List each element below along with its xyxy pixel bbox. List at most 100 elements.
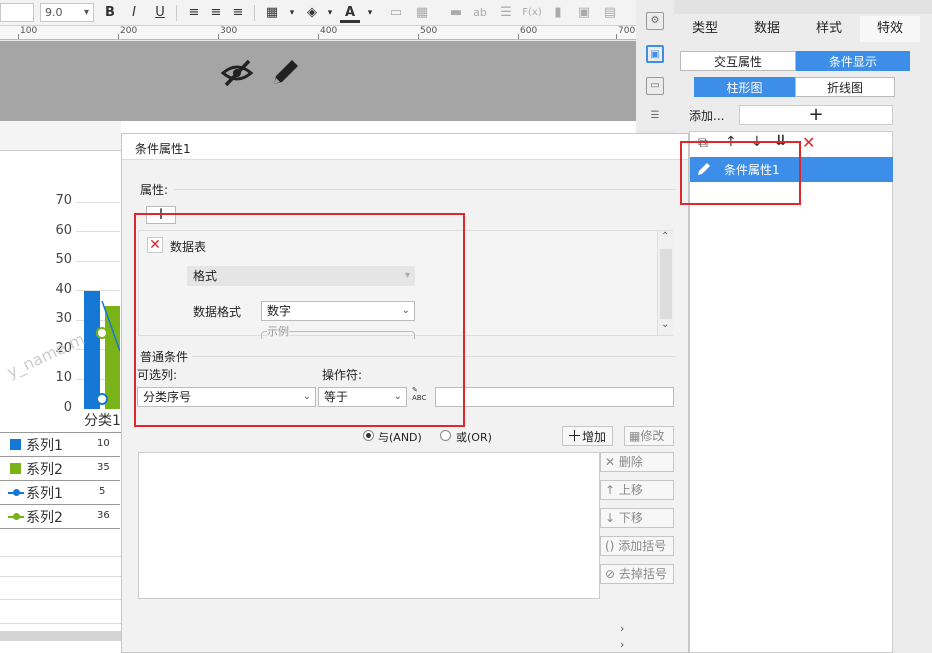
dialog-title: 条件属性1 [135, 142, 191, 156]
chart-select-icon[interactable]: ▣ [646, 45, 664, 63]
chevron-down-icon[interactable]: ▾ [360, 3, 380, 23]
font-size-select[interactable]: 9.0 ▾ [40, 3, 94, 22]
attribute-group-title: 属性: [140, 183, 169, 197]
align-right-icon[interactable]: ≡ [228, 3, 248, 23]
tab-condition-display[interactable]: 条件显示 [796, 51, 910, 71]
edit-icon: ▦ [629, 429, 641, 443]
text-abc-icon[interactable]: ab [470, 3, 490, 23]
tab-style[interactable]: 样式 [798, 16, 860, 42]
text-lines-icon[interactable]: ☰ [496, 3, 516, 23]
or-label: 或(OR) [456, 431, 492, 444]
font-size-value: 9.0 [45, 6, 63, 19]
tab-effects[interactable]: 特效 [860, 16, 920, 42]
condition-list[interactable] [138, 452, 600, 599]
legend-series-value: 36 [97, 510, 110, 521]
and-radio[interactable] [363, 430, 374, 441]
ruler-label: 300 [220, 26, 238, 36]
tab-data[interactable]: 数据 [736, 16, 798, 42]
edit-condition-btn[interactable]: ▦修改 [624, 426, 674, 446]
legend-row: 系列1 10 [0, 433, 120, 457]
move-up-btn[interactable]: ↑ 上移 [600, 480, 674, 500]
chevron-down-icon[interactable]: ▾ [320, 3, 340, 23]
add-condition-btn[interactable]: ＋增加 [562, 426, 613, 446]
delete-icon[interactable]: ✕ [802, 133, 815, 152]
arrow-up-icon: ↑ [605, 483, 616, 497]
form-field-icon[interactable]: ▬ [446, 3, 466, 23]
underline-button[interactable]: U [150, 3, 170, 23]
category-label: 分类1 [84, 413, 121, 429]
formula-icon[interactable]: F(x) [522, 3, 542, 23]
tab-interaction-property[interactable]: 交互属性 [680, 51, 796, 71]
ruler-label: 400 [320, 26, 338, 36]
legend-series-name: 系列1 [26, 438, 63, 454]
italic-button[interactable]: I [124, 3, 144, 23]
component-header-bar [0, 41, 636, 121]
ruler-label: 200 [120, 26, 138, 36]
toolbar-divider [176, 5, 177, 21]
border-icon[interactable]: ▦ [262, 3, 282, 23]
grid-line [76, 202, 120, 203]
chevron-down-icon[interactable]: ⌄ [661, 319, 669, 330]
annotation-highlight-box [680, 141, 801, 205]
plus-icon: ＋ [567, 427, 583, 445]
tab-bar-chart[interactable]: 柱形图 [694, 77, 795, 97]
add-label: 添加... [689, 109, 725, 123]
and-label: 与(AND) [378, 431, 422, 444]
font-color-button[interactable]: A [340, 3, 360, 23]
delete-condition-btn[interactable]: ✕ 删除 [600, 452, 674, 472]
legend-series-value: 10 [97, 438, 110, 449]
canvas-row-line [0, 576, 121, 577]
canvas-top-strip [0, 121, 121, 151]
condition-list-box: ⧉ ↑ ↓ ⇊ ✕ 条件属性1 [689, 131, 893, 653]
format-toolbar: 9.0 ▾ B I U ≡ ≡ ≡ ▦ ▾ ◈ ▾ A ▾ ▭ ▦ ▬ ab ☰… [0, 0, 636, 26]
condition-value-input[interactable] [435, 387, 674, 407]
or-radio[interactable] [440, 430, 451, 441]
add-condition-button[interactable]: + [739, 105, 893, 125]
line-series-overlay [96, 301, 120, 405]
side-tool-strip: ⚙ ▣ ▭ ☰ [636, 0, 674, 130]
bar-chart-icon[interactable]: ▮ [548, 3, 568, 23]
edit-btn-label: 修改 [640, 429, 665, 443]
scroll-thumb[interactable] [660, 249, 672, 319]
move-down-btn[interactable]: ↓ 下移 [600, 508, 674, 528]
ruler-tick [318, 34, 319, 39]
chevron-down-icon[interactable]: ▾ [282, 3, 302, 23]
pencil-icon[interactable] [270, 56, 302, 88]
merge-cells-icon[interactable]: ▭ [386, 3, 406, 23]
fill-color-icon[interactable]: ◈ [302, 3, 322, 23]
add-bracket-label: 添加括号 [618, 539, 667, 553]
list-icon[interactable]: ☰ [646, 108, 664, 126]
chevron-right-icon[interactable]: › [620, 638, 624, 651]
horizontal-ruler: 100 200 300 400 500 600 700 [0, 26, 636, 40]
eye-hidden-icon[interactable] [220, 58, 254, 88]
y-tick-label: 0 [63, 400, 72, 415]
grid-icon[interactable]: ▦ [412, 3, 432, 23]
ruler-label: 600 [520, 26, 538, 36]
tab-line-chart[interactable]: 折线图 [795, 77, 895, 97]
more-icon[interactable]: ▤ [600, 3, 620, 23]
canvas-row-line [0, 556, 121, 557]
font-family-select[interactable] [0, 3, 34, 22]
frame-icon[interactable]: ▭ [646, 77, 664, 95]
attribute-scrollbar[interactable]: ⌃ ⌄ [657, 231, 673, 335]
delete-btn-label: 删除 [618, 455, 643, 469]
down-btn-label: 下移 [618, 511, 643, 525]
remove-bracket-btn[interactable]: ⊘ 去掉括号 [600, 564, 674, 584]
y-tick-label: 10 [55, 370, 72, 385]
canvas-row-line [0, 623, 121, 624]
ruler-label: 700 [618, 26, 636, 36]
align-center-icon[interactable]: ≡ [206, 3, 226, 23]
arrow-down-icon: ↓ [605, 511, 616, 525]
chevron-right-icon[interactable]: › [620, 622, 624, 635]
tab-type[interactable]: 类型 [674, 16, 736, 42]
ruler-tick [18, 34, 19, 39]
legend-series-name: 系列1 [26, 486, 63, 502]
radio-dot [366, 433, 371, 438]
dialog-titlebar: 条件属性1 [122, 134, 688, 160]
widget-settings-icon[interactable]: ⚙ [646, 12, 664, 30]
chevron-up-icon[interactable]: ⌃ [661, 231, 669, 242]
align-left-icon[interactable]: ≡ [184, 3, 204, 23]
image-icon[interactable]: ▣ [574, 3, 594, 23]
bold-button[interactable]: B [100, 3, 120, 23]
add-bracket-btn[interactable]: () 添加括号 [600, 536, 674, 556]
